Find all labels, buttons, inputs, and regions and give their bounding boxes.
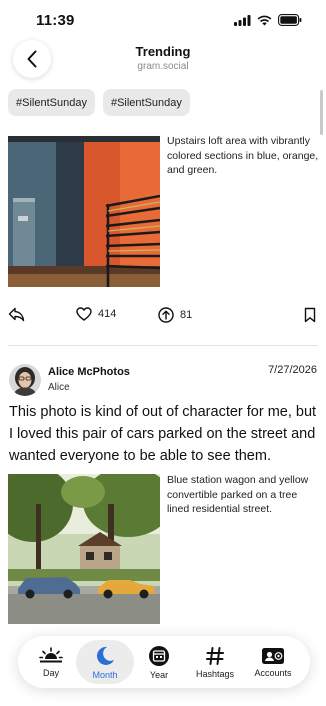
bookmark-icon <box>304 307 316 323</box>
post-date: 7/27/2026 <box>268 364 317 376</box>
tab-label: Accounts <box>254 667 292 678</box>
status-bar: 11:39 <box>0 0 326 40</box>
author-name[interactable]: Alice McPhotos <box>48 366 130 378</box>
heart-icon <box>76 307 92 321</box>
sunrise-icon <box>39 646 63 662</box>
tab-year[interactable]: Year <box>130 640 188 684</box>
status-icons <box>234 14 302 26</box>
tab-month[interactable]: Month <box>76 640 134 684</box>
tab-label: Day <box>42 667 59 678</box>
post-divider <box>8 345 318 346</box>
moon-icon <box>96 646 114 665</box>
cellular-signal-icon <box>234 14 251 26</box>
tab-hashtags[interactable]: Hashtags <box>186 640 244 684</box>
like-count: 414 <box>98 308 117 320</box>
boost-button[interactable]: 81 <box>158 307 192 323</box>
tab-label: Hashtags <box>195 668 235 679</box>
post-body-text: This photo is kind of out of character f… <box>9 404 317 464</box>
hashtag-chip[interactable]: #SilentSunday <box>102 89 190 116</box>
page-title: Trending <box>135 44 191 59</box>
post-photo-loft[interactable] <box>8 136 160 287</box>
battery-icon <box>278 14 302 26</box>
photo-description: Upstairs loft area with vibrantly colore… <box>167 135 319 176</box>
calendar-circle-icon <box>149 645 169 666</box>
avatar[interactable] <box>9 364 41 396</box>
nav-header: Trending gram.social <box>0 40 326 80</box>
boost-count: 81 <box>180 309 193 321</box>
hashtag-chip[interactable]: #SilentSunday <box>8 89 95 116</box>
post-action-row: 414 81 <box>8 307 318 327</box>
post-photo-cars[interactable] <box>8 474 160 624</box>
hashtag-chip-row: #SilentSunday #SilentSunday <box>8 89 190 116</box>
scrollbar[interactable] <box>320 90 323 135</box>
tab-day[interactable]: Day <box>22 640 80 684</box>
wifi-icon <box>257 15 272 25</box>
tab-accounts[interactable]: Accounts <box>244 640 302 684</box>
contact-card-icon <box>262 647 284 664</box>
page-subtitle: gram.social <box>137 61 189 72</box>
tab-label: Year <box>149 669 169 680</box>
photo-description: Blue station wagon and yellow convertibl… <box>167 474 309 515</box>
boost-arrow-circle-icon <box>158 307 174 323</box>
reply-button[interactable] <box>8 307 25 322</box>
status-time: 11:39 <box>36 12 75 29</box>
author-handle: Alice <box>48 382 70 393</box>
bookmark-button[interactable] <box>304 307 316 323</box>
reply-arrow-icon <box>8 307 25 322</box>
bottom-tab-bar: Day Month Year Hashtags Accounts <box>18 636 310 688</box>
hashtag-icon <box>206 646 224 665</box>
tab-label: Month <box>92 669 118 680</box>
like-button[interactable]: 414 <box>76 307 116 321</box>
